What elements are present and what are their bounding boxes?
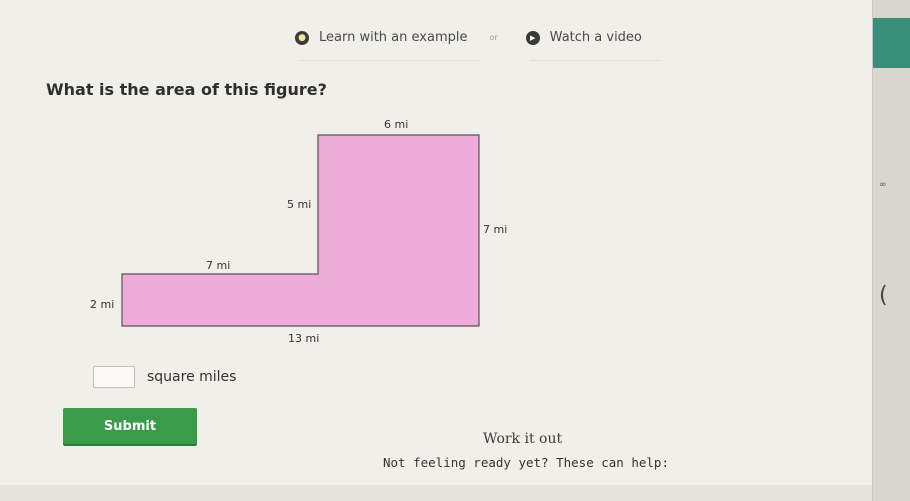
bottom-band [0,485,910,501]
or-separator: or [489,33,498,42]
area-figure-svg [121,134,480,327]
label-bottom-13mi: 13 mi [288,332,320,345]
lightbulb-icon: ● [295,30,309,45]
question-text: What is the area of this figure? [46,80,327,99]
divider-left [300,60,480,61]
help-bar: ● Learn with an example or ▶ Watch a vid… [295,30,642,45]
exercise-area: ● Learn with an example or ▶ Watch a vid… [0,0,872,501]
divider-right [530,60,660,61]
help-prompt-text: Not feeling ready yet? These can help: [383,455,669,470]
label-upper-left-5mi: 5 mi [287,198,312,211]
label-left-2mi: 2 mi [90,298,115,311]
label-step-7mi: 7 mi [206,259,231,272]
play-icon: ▶ [525,30,540,45]
side-panel-mark: ∞ [879,180,887,190]
learn-with-example-link[interactable]: Learn with an example [319,30,467,45]
answer-row: square miles [93,366,236,388]
l-shaped-figure [121,134,480,327]
label-top-6mi: 6 mi [384,118,409,131]
side-panel-bracket-icon: ( [879,283,888,308]
watch-video-link[interactable]: Watch a video [550,30,642,45]
figure: 6 mi 5 mi 7 mi 7 mi 2 mi 13 mi [80,110,520,355]
label-right-7mi: 7 mi [483,223,508,236]
unit-label: square miles [147,369,237,385]
side-panel: ∞ ( [872,0,910,501]
side-panel-accent [873,18,910,68]
submit-button[interactable]: Submit [63,408,197,444]
area-answer-input[interactable] [93,366,135,388]
work-it-out-heading: Work it out [483,431,563,447]
